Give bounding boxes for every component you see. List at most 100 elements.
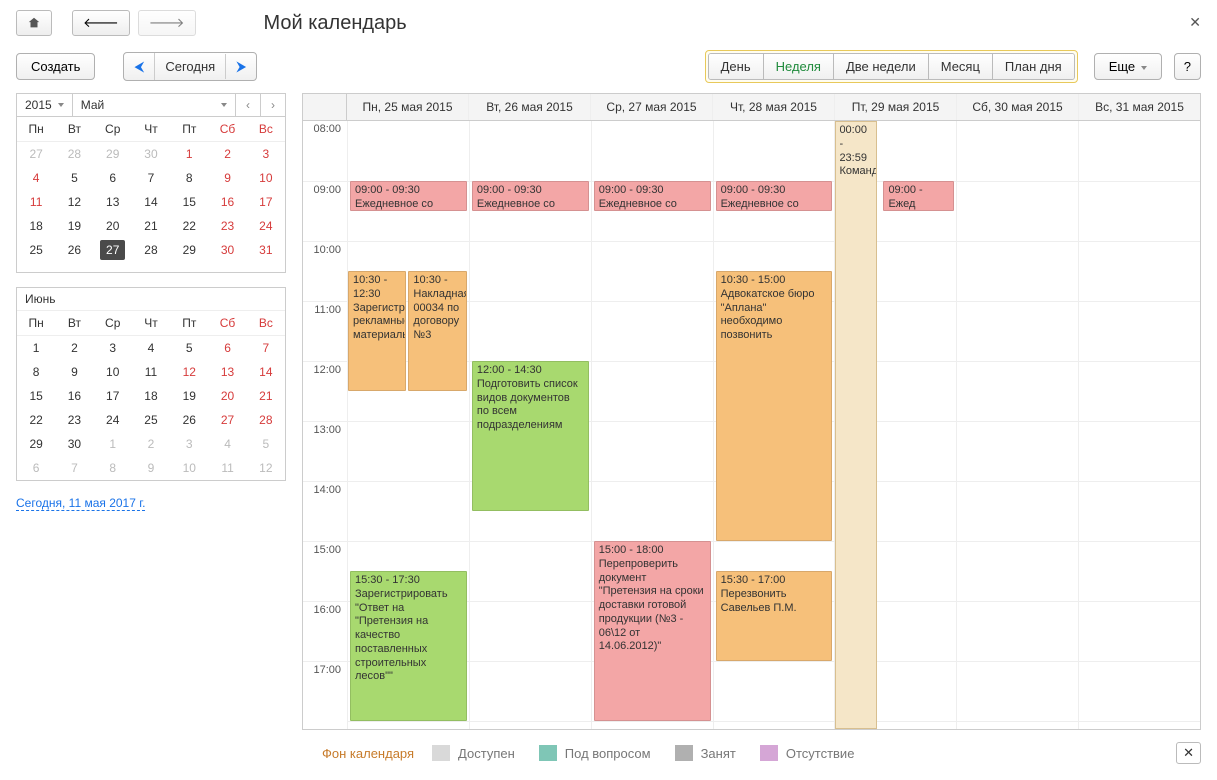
dp-day[interactable]: 1 xyxy=(94,432,132,456)
calendar-event[interactable]: 10:30 - 15:00Адвокатское бюро "Аплана" н… xyxy=(716,271,833,541)
calendar-event[interactable]: 15:00 - 18:00Перепроверить документ "Пре… xyxy=(594,541,711,721)
dp-day[interactable]: 5 xyxy=(170,336,208,361)
dp-day[interactable]: 3 xyxy=(170,432,208,456)
dp-day[interactable]: 26 xyxy=(55,238,93,262)
dp-day[interactable]: 6 xyxy=(208,336,246,361)
dp-day[interactable]: 7 xyxy=(247,336,285,361)
dp-day[interactable]: 15 xyxy=(170,190,208,214)
dp-day[interactable]: 17 xyxy=(247,190,285,214)
dp-prev-month[interactable]: ‹ xyxy=(236,94,261,116)
calendar-event[interactable]: 09:00 - 09:30Ежедневное со xyxy=(472,181,589,211)
dp-day[interactable]: 12 xyxy=(247,456,285,480)
dp-day[interactable]: 30 xyxy=(55,432,93,456)
calendar-event[interactable]: 09:00 - Ежед xyxy=(883,181,954,211)
dp-day[interactable]: 8 xyxy=(94,456,132,480)
dp-year-select[interactable]: 2015 xyxy=(17,94,73,116)
dp-day[interactable] xyxy=(94,262,132,272)
dp-day[interactable]: 6 xyxy=(17,456,55,480)
dp-day[interactable]: 9 xyxy=(208,166,246,190)
day-column[interactable]: 09:00 - 09:30Ежедневное со10:30 - 15:00А… xyxy=(713,121,835,729)
calendar-event[interactable]: 10:30 - 12:30Зарегистрировать рекламные … xyxy=(348,271,406,391)
dp-day[interactable]: 25 xyxy=(132,408,170,432)
day-column[interactable] xyxy=(956,121,1078,729)
more-button[interactable]: Еще xyxy=(1094,53,1162,80)
next-period-button[interactable]: ⮞ xyxy=(226,53,256,80)
dp-day[interactable]: 2 xyxy=(208,142,246,167)
dp-day[interactable]: 28 xyxy=(55,142,93,167)
dp-day[interactable]: 5 xyxy=(247,432,285,456)
create-button[interactable]: Создать xyxy=(16,53,95,80)
dp-day[interactable]: 7 xyxy=(55,456,93,480)
dp-day[interactable]: 20 xyxy=(94,214,132,238)
dp-day[interactable]: 28 xyxy=(247,408,285,432)
dp-day[interactable]: 30 xyxy=(208,238,246,262)
dp-day[interactable]: 14 xyxy=(247,360,285,384)
dp-day[interactable]: 17 xyxy=(94,384,132,408)
dp-day[interactable]: 18 xyxy=(17,214,55,238)
dp-day[interactable]: 27 xyxy=(17,142,55,167)
prev-period-button[interactable]: ⮜ xyxy=(124,53,155,80)
dp-day[interactable]: 26 xyxy=(170,408,208,432)
dp-day[interactable]: 16 xyxy=(208,190,246,214)
back-button[interactable]: 🡐 xyxy=(72,10,130,36)
dp-next-month[interactable]: › xyxy=(261,94,285,116)
today-link[interactable]: Сегодня, 11 мая 2017 г. xyxy=(16,496,145,511)
dp-day[interactable]: 14 xyxy=(132,190,170,214)
dp-day[interactable]: 4 xyxy=(208,432,246,456)
dp-day[interactable]: 16 xyxy=(55,384,93,408)
dp-day[interactable]: 18 xyxy=(132,384,170,408)
dp-day[interactable]: 21 xyxy=(132,214,170,238)
dp-day[interactable] xyxy=(247,262,285,272)
dp-day[interactable]: 30 xyxy=(132,142,170,167)
dp-day[interactable]: 22 xyxy=(170,214,208,238)
view-tab-0[interactable]: День xyxy=(709,54,764,79)
dp-day[interactable]: 29 xyxy=(17,432,55,456)
day-column[interactable]: 00:00 - 23:59Командировка09:00 - Ежед xyxy=(834,121,956,729)
dp-day[interactable]: 7 xyxy=(132,166,170,190)
today-button[interactable]: Сегодня xyxy=(155,54,226,79)
dp-day[interactable]: 11 xyxy=(208,456,246,480)
dp-day[interactable] xyxy=(17,262,55,272)
dp-day[interactable]: 20 xyxy=(208,384,246,408)
dp-day[interactable]: 29 xyxy=(170,238,208,262)
home-button[interactable] xyxy=(16,10,52,36)
dp-day[interactable]: 12 xyxy=(170,360,208,384)
view-tab-2[interactable]: Две недели xyxy=(834,54,929,79)
dp-day[interactable]: 4 xyxy=(132,336,170,361)
dp-day[interactable]: 3 xyxy=(94,336,132,361)
view-tab-4[interactable]: План дня xyxy=(993,54,1074,79)
dp-day[interactable]: 22 xyxy=(17,408,55,432)
dp-day[interactable]: 15 xyxy=(17,384,55,408)
dp-day[interactable]: 2 xyxy=(132,432,170,456)
dp-day[interactable]: 12 xyxy=(55,190,93,214)
dp-day[interactable]: 5 xyxy=(55,166,93,190)
dp-day[interactable] xyxy=(170,262,208,272)
dp-day[interactable]: 19 xyxy=(170,384,208,408)
day-column[interactable]: 09:00 - 09:30Ежедневное со10:30 - 12:30З… xyxy=(347,121,469,729)
dp-day[interactable]: 3 xyxy=(247,142,285,167)
dp-day[interactable]: 9 xyxy=(132,456,170,480)
dp-day[interactable]: 28 xyxy=(132,238,170,262)
dp-day[interactable]: 27 xyxy=(208,408,246,432)
dp-day[interactable]: 10 xyxy=(247,166,285,190)
dp-day[interactable]: 4 xyxy=(17,166,55,190)
view-tab-3[interactable]: Месяц xyxy=(929,54,993,79)
dp-day[interactable]: 23 xyxy=(208,214,246,238)
close-icon[interactable]: ✕ xyxy=(1189,14,1201,31)
dp-day[interactable]: 24 xyxy=(247,214,285,238)
dp-day[interactable]: 27 xyxy=(94,238,132,262)
allday-event[interactable]: 00:00 - 23:59Командировка xyxy=(835,121,877,729)
dp-day[interactable]: 25 xyxy=(17,238,55,262)
calendar-event[interactable]: 09:00 - 09:30Ежедневное со xyxy=(594,181,711,211)
dp-day[interactable]: 10 xyxy=(94,360,132,384)
dp-day[interactable]: 8 xyxy=(170,166,208,190)
dp-month-select[interactable]: Май xyxy=(73,94,236,116)
dp-day[interactable]: 29 xyxy=(94,142,132,167)
dp-day[interactable]: 8 xyxy=(17,360,55,384)
dp-day[interactable]: 11 xyxy=(132,360,170,384)
dp-day[interactable]: 9 xyxy=(55,360,93,384)
dp-day[interactable]: 13 xyxy=(94,190,132,214)
dp-day[interactable]: 21 xyxy=(247,384,285,408)
dp-day[interactable]: 10 xyxy=(170,456,208,480)
dp-day[interactable]: 31 xyxy=(247,238,285,262)
